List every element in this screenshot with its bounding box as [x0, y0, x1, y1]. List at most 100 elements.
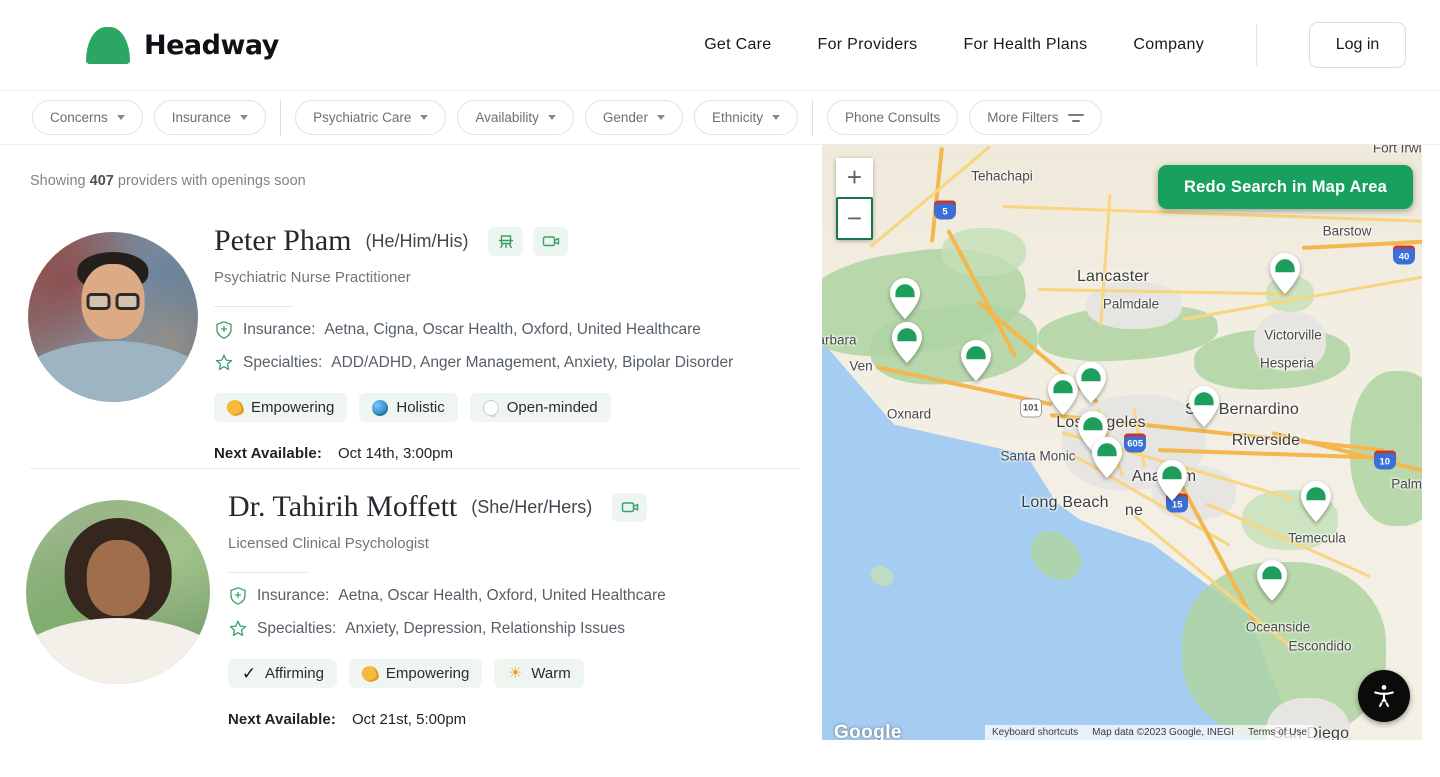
nav-for-providers[interactable]: For Providers — [818, 36, 918, 54]
headway-logo[interactable]: Headway — [86, 27, 279, 64]
trait-badges: ✓AffirmingEmpowering☀Warm — [228, 659, 666, 688]
insurance-list: Aetna, Cigna, Oscar Health, Oxford, Unit… — [324, 321, 701, 339]
filter-concerns-label: Concerns — [50, 110, 108, 125]
provider-card[interactable]: Peter Pham (He/Him/His) — [0, 224, 822, 469]
map-city-label: Barstow — [1323, 224, 1372, 239]
map-provider-pin[interactable] — [1257, 560, 1288, 601]
map-city-label: Lancaster — [1077, 268, 1149, 286]
map-provider-pin[interactable] — [1270, 253, 1301, 294]
highway-shield-605: 605 — [1124, 433, 1146, 452]
map-provider-pin[interactable] — [1189, 386, 1220, 427]
filter-insurance[interactable]: Insurance — [154, 100, 266, 135]
map-city-label: Palmdale — [1103, 297, 1159, 312]
results-count-prefix: Showing — [30, 173, 86, 189]
chevron-down-icon — [772, 115, 780, 120]
insurance-label: Insurance: — [243, 321, 315, 339]
specialties-row: Specialties: ADD/ADHD, Anger Management,… — [214, 353, 733, 373]
filter-more-filters[interactable]: More Filters — [969, 100, 1101, 135]
trait-badge-open-minded: Open-minded — [470, 393, 611, 422]
trait-badge-affirming: ✓Affirming — [228, 659, 337, 688]
map-provider-pin[interactable] — [1048, 374, 1079, 415]
specialties-label: Specialties: — [257, 620, 336, 638]
zoom-out-button[interactable]: − — [836, 197, 873, 240]
muscle-icon — [225, 397, 245, 417]
map-city-label: Palm S — [1391, 477, 1422, 492]
trait-badge-empowering: Empowering — [349, 659, 482, 688]
insurance-row: Insurance: Aetna, Oscar Health, Oxford, … — [228, 586, 666, 606]
provider-pronouns: (He/Him/His) — [365, 231, 468, 252]
globe-icon — [372, 400, 388, 416]
filter-insurance-label: Insurance — [172, 110, 231, 125]
highway-shield-5: 5 — [934, 201, 956, 220]
muscle-icon — [360, 663, 380, 683]
results-count-text: Showing 407 providers with openings soon — [30, 173, 306, 189]
map-city-label: Escondido — [1288, 638, 1351, 653]
provider-avatar[interactable] — [28, 232, 198, 402]
provider-card[interactable]: Dr. Tahirih Moffett (She/Her/Hers) Licen… — [0, 490, 822, 735]
map-city-label: Temecula — [1288, 530, 1346, 545]
zoom-in-button[interactable]: + — [836, 158, 873, 197]
provider-avatar[interactable] — [26, 500, 210, 684]
trait-label: Warm — [531, 665, 570, 682]
filter-phone-consults[interactable]: Phone Consults — [827, 100, 958, 135]
filter-concerns[interactable]: Concerns — [32, 100, 143, 135]
filter-ethnicity-label: Ethnicity — [712, 110, 763, 125]
divider — [228, 572, 308, 573]
map-provider-pin[interactable] — [1156, 460, 1187, 501]
filter-gender[interactable]: Gender — [585, 100, 683, 135]
avatar-face — [87, 540, 150, 615]
map-attribution-item[interactable]: Terms of Use — [1241, 725, 1314, 740]
filter-psychiatric-care-label: Psychiatric Care — [313, 110, 411, 125]
map-provider-pin[interactable] — [961, 340, 992, 381]
map-provider-pin[interactable] — [889, 278, 920, 319]
map-provider-pin[interactable] — [892, 322, 923, 363]
filter-availability[interactable]: Availability — [457, 100, 574, 135]
provider-name[interactable]: Peter Pham — [214, 224, 351, 258]
chevron-down-icon — [548, 115, 556, 120]
next-available-label: Next Available: — [228, 711, 336, 728]
provider-name[interactable]: Dr. Tahirih Moffett — [228, 490, 457, 524]
google-logo: Google — [834, 722, 902, 740]
redo-search-button[interactable]: Redo Search in Map Area — [1158, 165, 1413, 209]
thought-icon — [483, 400, 499, 416]
trait-label: Open-minded — [507, 399, 598, 416]
highway-shield-101: 101 — [1020, 398, 1042, 417]
filter-bar: Concerns Insurance Psychiatric Care Avai… — [0, 91, 1440, 145]
highway-shield-10: 10 — [1374, 451, 1396, 470]
map[interactable]: TehachapiFort IrwinBarstowLancasterPalmd… — [822, 145, 1422, 740]
map-provider-pin[interactable] — [1075, 362, 1106, 403]
next-available-label: Next Available: — [214, 445, 322, 462]
in-person-session-icon — [488, 227, 523, 256]
filter-more-filters-label: More Filters — [987, 110, 1058, 125]
filter-group-divider — [280, 100, 281, 136]
nav-for-health-plans[interactable]: For Health Plans — [963, 36, 1087, 54]
trait-badge-holistic: Holistic — [359, 393, 457, 422]
map-attribution-item[interactable]: Keyboard shortcuts — [985, 725, 1085, 740]
nav-get-care[interactable]: Get Care — [704, 36, 771, 54]
trait-badges: Empowering Holistic Open-minded — [214, 393, 733, 422]
trait-label: Empowering — [251, 399, 334, 416]
map-city-label: Long Beach — [1021, 494, 1108, 512]
map-park-area — [942, 228, 1026, 276]
trait-badge-empowering: Empowering — [214, 393, 347, 422]
map-provider-pin[interactable] — [1300, 481, 1331, 522]
divider — [214, 306, 294, 307]
map-city-label: Oxnard — [887, 406, 931, 421]
accessibility-button[interactable] — [1358, 670, 1410, 722]
provider-title: Psychiatric Nurse Practitioner — [214, 269, 733, 286]
provider-title: Licensed Clinical Psychologist — [228, 535, 666, 552]
map-attribution-item[interactable]: Map data ©2023 Google, INEGI — [1085, 725, 1241, 740]
filter-ethnicity[interactable]: Ethnicity — [694, 100, 798, 135]
insurance-shield-icon — [228, 586, 248, 606]
map-provider-pin[interactable] — [1092, 437, 1123, 478]
video-session-icon — [612, 493, 647, 522]
nav-company[interactable]: Company — [1133, 36, 1204, 54]
map-city-label: arbara — [822, 333, 857, 348]
map-city-label: Tehachapi — [971, 168, 1033, 183]
highway-shield-40: 40 — [1393, 246, 1415, 265]
login-button[interactable]: Log in — [1309, 22, 1406, 68]
insurance-row: Insurance: Aetna, Cigna, Oscar Health, O… — [214, 320, 733, 340]
session-type-badges — [488, 227, 568, 256]
filter-psychiatric-care[interactable]: Psychiatric Care — [295, 100, 446, 135]
headway-logo-icon — [86, 27, 130, 64]
